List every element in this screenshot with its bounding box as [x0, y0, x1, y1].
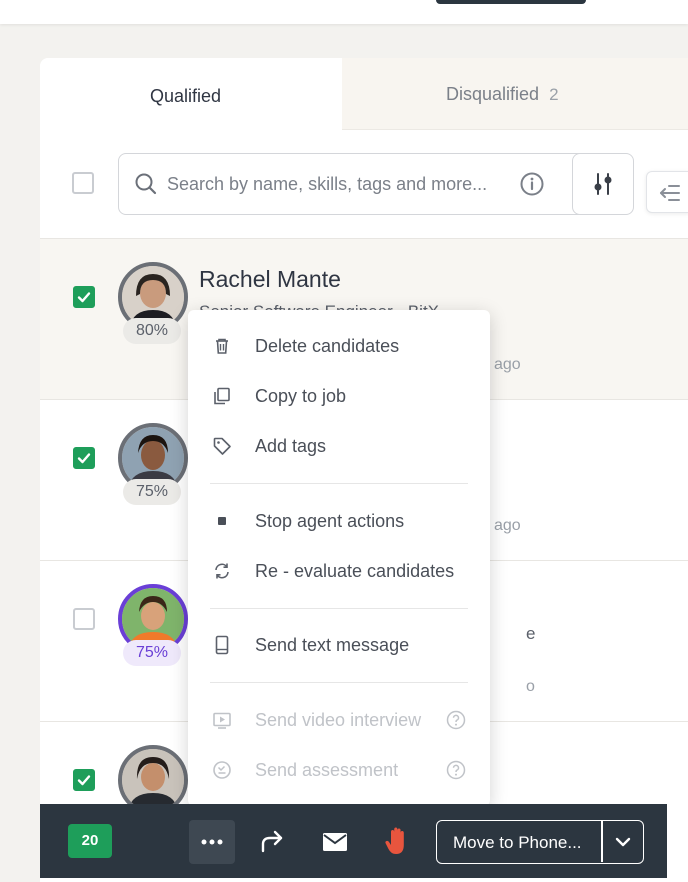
assessment-icon	[212, 760, 232, 785]
button-divider	[601, 821, 603, 862]
collapse-panel-button[interactable]	[646, 171, 688, 213]
phone-icon	[212, 635, 232, 660]
candidate-checkbox[interactable]	[73, 447, 95, 469]
copy-icon	[212, 386, 232, 411]
sliders-icon	[594, 173, 612, 195]
match-score-badge: 80%	[123, 318, 181, 344]
candidate-checkbox[interactable]	[73, 769, 95, 791]
selected-count-badge: 20	[68, 824, 112, 858]
menu-item-stop-agent-actions[interactable]: Stop agent actions	[188, 499, 490, 543]
email-icon[interactable]	[322, 832, 348, 857]
menu-item-delete-candidates[interactable]: Delete candidates	[188, 324, 490, 368]
help-icon[interactable]	[446, 710, 466, 735]
tab-qualified-label: Qualified	[150, 86, 222, 106]
menu-item-label: Re - evaluate candidates	[255, 561, 455, 581]
chevron-down-icon[interactable]	[615, 835, 631, 853]
more-actions-button[interactable]	[189, 820, 235, 864]
menu-item-copy-to-job[interactable]: Copy to job	[188, 374, 490, 418]
search-box[interactable]	[118, 153, 600, 215]
candidate-checkbox[interactable]	[73, 286, 95, 308]
candidate-checkbox[interactable]	[73, 608, 95, 630]
candidate-time-ago: o	[526, 678, 535, 695]
filter-button[interactable]	[572, 153, 634, 215]
menu-item-send-video-interview: Send video interview	[188, 698, 490, 742]
video-icon	[212, 710, 232, 735]
menu-item-reevaluate-candidates[interactable]: Re - evaluate candidates	[188, 549, 490, 593]
help-icon[interactable]	[446, 760, 466, 785]
menu-divider	[210, 682, 468, 683]
match-score-badge: 75%	[123, 640, 181, 666]
top-bar	[0, 0, 688, 24]
tab-disqualified[interactable]: Disqualified 2	[342, 58, 688, 130]
candidate-time-ago: ago	[494, 517, 521, 534]
hand-stop-icon[interactable]	[384, 826, 410, 861]
menu-divider	[210, 483, 468, 484]
forward-icon[interactable]	[260, 829, 286, 858]
menu-item-label: Stop agent actions	[255, 511, 405, 531]
tab-disqualified-count: 2	[549, 85, 559, 104]
menu-item-send-assessment: Send assessment	[188, 748, 490, 792]
top-action-button[interactable]	[436, 0, 586, 4]
candidate-time-ago: ago	[494, 356, 521, 373]
menu-item-label: Send text message	[255, 635, 410, 655]
info-icon[interactable]	[519, 171, 545, 202]
move-to-stage-label: Move to Phone...	[453, 833, 582, 852]
menu-item-label: Send assessment	[255, 760, 399, 780]
menu-item-label: Delete candidates	[255, 336, 400, 356]
menu-item-send-text-message[interactable]: Send text message	[188, 623, 490, 667]
stop-icon	[212, 511, 232, 536]
refresh-icon	[212, 561, 232, 586]
more-icon	[201, 839, 223, 845]
menu-item-label: Add tags	[255, 436, 327, 456]
search-icon	[134, 172, 158, 201]
trash-icon	[212, 336, 232, 361]
tag-icon	[212, 436, 232, 461]
bulk-actions-menu: Delete candidates Copy to job Add tags S…	[188, 310, 490, 806]
bulk-action-bar: 20 Move to Phone...	[40, 804, 667, 878]
search-input[interactable]	[167, 168, 517, 200]
menu-item-label: Copy to job	[255, 386, 347, 406]
match-score-badge: 75%	[123, 479, 181, 505]
select-all-checkbox[interactable]	[72, 172, 94, 194]
tab-disqualified-label: Disqualified 2	[446, 84, 559, 104]
menu-item-add-tags[interactable]: Add tags	[188, 424, 490, 468]
candidate-role: e	[526, 624, 536, 643]
collapse-arrow-icon	[660, 185, 680, 201]
candidate-name[interactable]: Rachel Mante	[199, 266, 341, 293]
menu-item-label: Send video interview	[255, 710, 422, 730]
menu-divider	[210, 608, 468, 609]
tab-qualified[interactable]: Qualified	[40, 58, 342, 130]
move-to-stage-button[interactable]: Move to Phone...	[436, 820, 644, 864]
